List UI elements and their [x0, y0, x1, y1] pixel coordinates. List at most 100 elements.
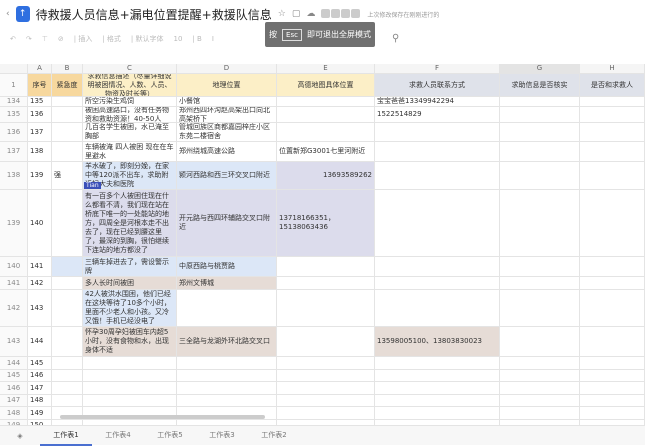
table-cell[interactable] — [375, 142, 500, 162]
table-cell[interactable] — [277, 370, 375, 382]
table-cell[interactable] — [580, 162, 645, 190]
cloud-icon[interactable]: ☁ — [306, 9, 315, 19]
toolbar-button[interactable]: ↷ — [26, 35, 32, 43]
table-cell[interactable] — [500, 370, 580, 382]
toolbar-button[interactable]: I — [212, 35, 214, 43]
table-cell[interactable] — [580, 357, 645, 370]
table-cell[interactable] — [375, 395, 500, 407]
table-cell[interactable] — [83, 357, 177, 370]
table-cell[interactable]: 147 — [28, 382, 52, 395]
table-cell[interactable]: 148 — [28, 395, 52, 407]
column-header-d[interactable]: D — [177, 64, 277, 74]
sheet-tab[interactable]: 工作表4 — [92, 426, 144, 446]
table-cell[interactable] — [177, 370, 277, 382]
row-number[interactable]: 134 — [0, 97, 28, 107]
table-cell[interactable] — [500, 290, 580, 327]
table-cell[interactable]: 1522514829 — [375, 107, 500, 123]
row-number[interactable]: 137 — [0, 142, 28, 162]
table-cell[interactable]: 被困高速路口，没有任务物资和救助资源！40-50人 — [83, 107, 177, 123]
horizontal-scrollbar[interactable] — [60, 415, 265, 419]
row-number[interactable]: 139 — [0, 190, 28, 257]
column-header-a[interactable]: A — [28, 64, 52, 74]
row-number[interactable]: 146 — [0, 382, 28, 395]
toolbar-button[interactable]: | 格式 — [102, 34, 121, 44]
table-cell[interactable]: 车辆被淹 四人被困 现在在车里避水 — [83, 142, 177, 162]
table-cell[interactable] — [580, 370, 645, 382]
table-cell[interactable] — [500, 395, 580, 407]
header-cell[interactable]: 高德地图具体位置 — [277, 74, 375, 97]
table-cell[interactable]: 149 — [28, 407, 52, 420]
table-cell[interactable]: 中原西路与桃贾路 — [177, 257, 277, 277]
table-cell[interactable]: 有一百多个人被困住现在什么都看不清，我们现在站在桥底下唯一的一处能站的地方，四周… — [83, 190, 177, 257]
row-number[interactable]: 143 — [0, 327, 28, 357]
row-number[interactable]: 1 — [0, 74, 28, 97]
table-cell[interactable] — [500, 107, 580, 123]
table-cell[interactable]: 42人被洪水围困，他们已经在这块等待了10多个小时，里面不少老人和小孩。又冷又饿… — [83, 290, 177, 327]
table-cell[interactable] — [580, 382, 645, 395]
row-number[interactable]: 140 — [0, 257, 28, 277]
table-cell[interactable] — [52, 123, 83, 142]
table-cell[interactable] — [177, 290, 277, 327]
table-cell[interactable] — [177, 395, 277, 407]
table-cell[interactable]: 13598005100、13803830023 — [375, 327, 500, 357]
table-cell[interactable] — [375, 382, 500, 395]
table-cell[interactable] — [580, 290, 645, 327]
table-cell[interactable]: 137 — [28, 123, 52, 142]
table-cell[interactable]: 多人长时间被困 — [83, 277, 177, 290]
table-cell[interactable] — [277, 107, 375, 123]
table-cell[interactable] — [83, 382, 177, 395]
sheet-tab[interactable]: 工作表5 — [144, 426, 196, 446]
table-cell[interactable] — [277, 290, 375, 327]
table-cell[interactable]: 13718166351，15138063436 — [277, 190, 375, 257]
table-cell[interactable]: 颍河西路和西三环交叉口附近 — [177, 162, 277, 190]
table-cell[interactable] — [580, 107, 645, 123]
table-cell[interactable] — [580, 190, 645, 257]
table-cell[interactable]: 怀孕30周孕妇被困车内超5小时，没有食物和水，出现身体不适 — [83, 327, 177, 357]
table-cell[interactable] — [375, 290, 500, 327]
table-cell[interactable] — [375, 190, 500, 257]
back-icon[interactable]: ‹ — [6, 9, 10, 19]
row-number[interactable]: 144 — [0, 357, 28, 370]
table-cell[interactable] — [277, 327, 375, 357]
search-icon[interactable]: ⚲ — [392, 33, 399, 44]
select-all-corner[interactable] — [0, 64, 28, 74]
table-cell[interactable] — [580, 395, 645, 407]
row-number[interactable]: 148 — [0, 407, 28, 420]
table-cell[interactable] — [500, 190, 580, 257]
table-cell[interactable]: 郑州西四环沟赵高架出口向北高架桥下 — [177, 107, 277, 123]
header-cell[interactable]: 是否和求救人 — [580, 74, 645, 97]
table-cell[interactable]: 三全路与龙湖外环北路交叉口 — [177, 327, 277, 357]
table-cell[interactable]: 三辆车掉进去了，需设警示牌 — [83, 257, 177, 277]
table-cell[interactable]: 140 — [28, 190, 52, 257]
table-cell[interactable] — [580, 97, 645, 107]
table-cell[interactable] — [500, 277, 580, 290]
header-cell[interactable]: 序号 — [28, 74, 52, 97]
table-cell[interactable] — [52, 327, 83, 357]
row-number[interactable]: 145 — [0, 370, 28, 382]
table-cell[interactable]: 郑州绕城高速公路 — [177, 142, 277, 162]
table-cell[interactable] — [52, 395, 83, 407]
row-number[interactable]: 141 — [0, 277, 28, 290]
header-cell[interactable]: 求救信息描述（尽量详细说明被困情况、人数、人员、物资及时长等） — [83, 74, 177, 97]
header-cell[interactable]: 地理位置 — [177, 74, 277, 97]
table-cell[interactable] — [580, 142, 645, 162]
table-cell[interactable]: 郑州文博城 — [177, 277, 277, 290]
table-cell[interactable] — [375, 162, 500, 190]
table-cell[interactable] — [580, 407, 645, 420]
table-cell[interactable] — [375, 257, 500, 277]
table-cell[interactable] — [500, 382, 580, 395]
table-cell[interactable] — [500, 407, 580, 420]
table-cell[interactable]: 141 — [28, 257, 52, 277]
toolbar-button[interactable]: ⊘ — [58, 35, 64, 43]
table-cell[interactable] — [580, 257, 645, 277]
table-cell[interactable] — [277, 407, 375, 420]
table-cell[interactable] — [277, 257, 375, 277]
document-title[interactable]: 待救援人员信息+漏电位置提醒+救援队信息 — [36, 6, 272, 23]
row-number[interactable]: 136 — [0, 123, 28, 142]
table-cell[interactable] — [83, 395, 177, 407]
row-number[interactable]: 142 — [0, 290, 28, 327]
row-number[interactable]: 138 — [0, 162, 28, 190]
column-header-h[interactable]: H — [580, 64, 645, 74]
table-cell[interactable] — [375, 277, 500, 290]
star-icon[interactable]: ☆ — [278, 9, 286, 19]
